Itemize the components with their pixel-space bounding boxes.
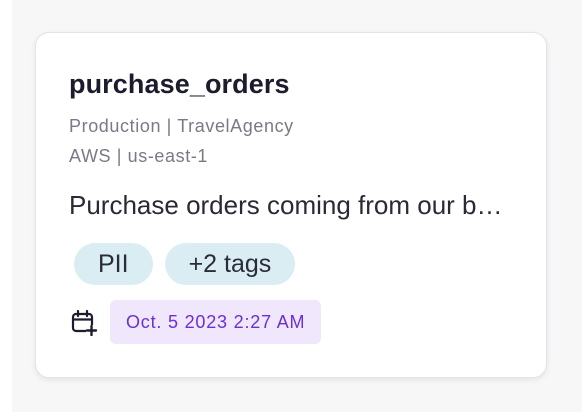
dataset-card[interactable]: purchase_orders Production | TravelAgenc…	[35, 32, 547, 378]
environment-info: Production | TravelAgency	[69, 116, 294, 136]
adjacent-card-edge	[0, 0, 12, 412]
page: purchase_orders Production | TravelAgenc…	[0, 0, 582, 412]
date-row: Oct. 5 2023 2:27 AM	[70, 300, 322, 344]
tag-more[interactable]: +2 tags	[164, 243, 296, 285]
calendar-add-icon	[71, 309, 98, 336]
dataset-title[interactable]: purchase_orders	[69, 69, 290, 100]
tag-pii[interactable]: PII	[74, 243, 153, 285]
date-badge: Oct. 5 2023 2:27 AM	[110, 300, 322, 344]
provider-region-info: AWS | us-east-1	[69, 146, 209, 166]
tag-list: PII +2 tags	[74, 243, 296, 285]
dataset-description: Purchase orders coming from our booking …	[69, 190, 515, 220]
